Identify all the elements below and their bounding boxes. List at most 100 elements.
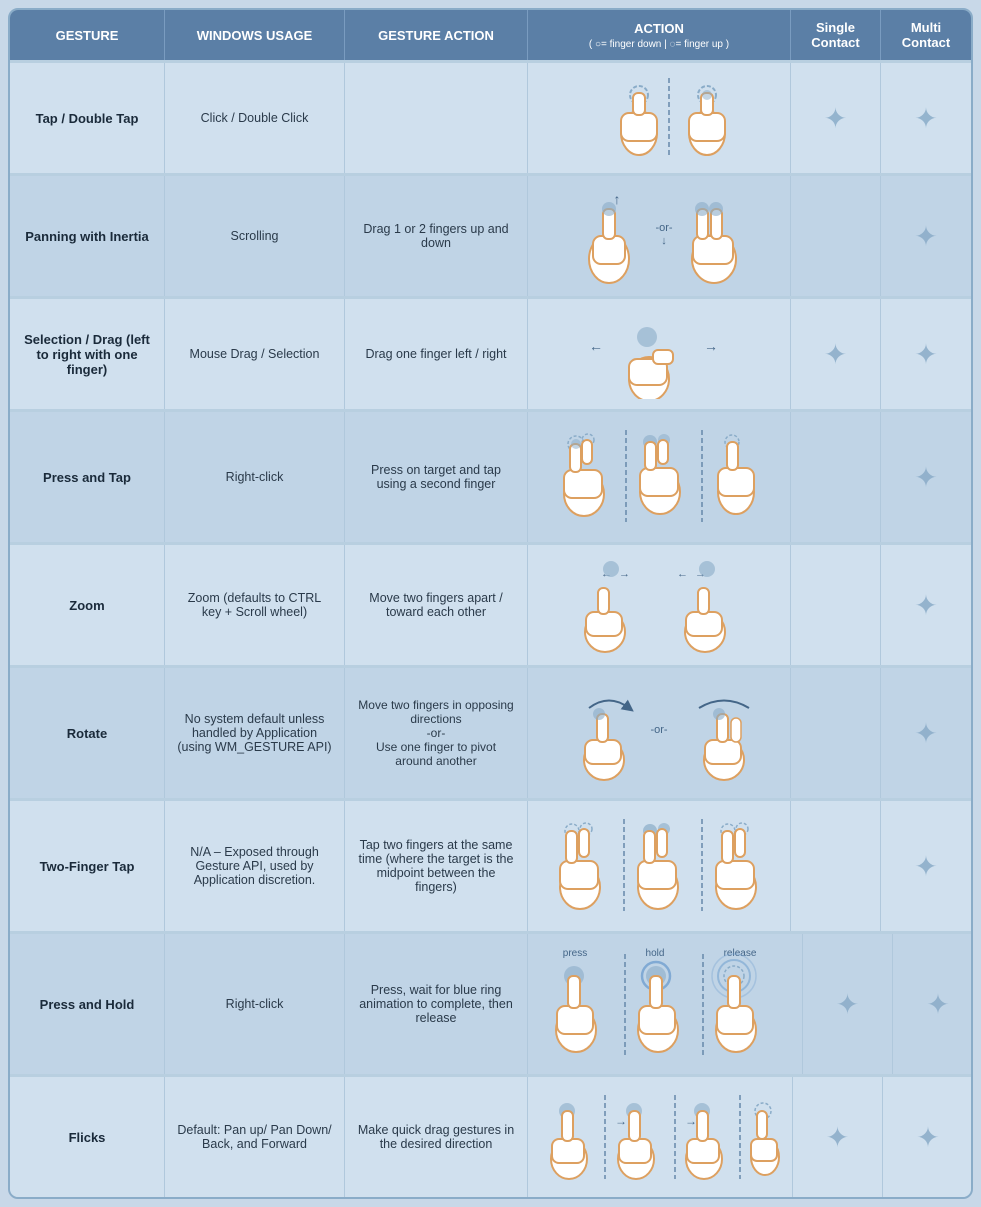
gesture-action-two-finger-tap: Tap two fingers at the same time (where … — [345, 801, 528, 931]
svg-text:release: release — [724, 948, 757, 959]
gesture-name-zoom: Zoom — [10, 545, 165, 665]
windows-usage-tap: Click / Double Click — [165, 63, 345, 173]
gesture-action-press-tap: Press on target and tap using a second f… — [345, 412, 528, 542]
svg-text:hold: hold — [646, 948, 665, 959]
windows-usage-flicks: Default: Pan up/ Pan Down/ Back, and For… — [165, 1077, 345, 1197]
single-contact-two-finger-tap — [791, 801, 881, 931]
star-icon-tap-multi: ✦ — [914, 102, 937, 135]
multi-contact-rotate: ✦ — [881, 668, 971, 798]
selection-svg: ← → — [559, 309, 759, 399]
multi-contact-two-finger-tap: ✦ — [881, 801, 971, 931]
single-contact-flicks: ✦ — [793, 1077, 883, 1197]
svg-text:-or-: -or- — [650, 724, 667, 736]
windows-usage-press-hold: Right-click — [165, 934, 345, 1074]
panning-svg: ↑ ↓ -or- ↓ — [549, 186, 769, 286]
gesture-name-two-finger-tap: Two-Finger Tap — [10, 801, 165, 931]
windows-usage-panning: Scrolling — [165, 176, 345, 296]
gesture-name-panning: Panning with Inertia — [10, 176, 165, 296]
windows-usage-zoom: Zoom (defaults to CTRL key + Scroll whee… — [165, 545, 345, 665]
single-contact-selection: ✦ — [791, 299, 881, 409]
header-single-contact: Single Contact — [791, 10, 881, 60]
star-icon-selection-single: ✦ — [824, 338, 847, 371]
action-img-two-finger-tap — [528, 801, 791, 931]
gesture-table: GESTURE WINDOWS USAGE GESTURE ACTION ACT… — [8, 8, 973, 1199]
row-panning: Panning with Inertia Scrolling Drag 1 or… — [10, 173, 971, 296]
star-icon-two-finger-tap-multi: ✦ — [914, 850, 937, 883]
header-gesture-action: GESTURE ACTION — [345, 10, 528, 60]
row-rotate: Rotate No system default unless handled … — [10, 665, 971, 798]
single-contact-tap: ✦ — [791, 63, 881, 173]
multi-contact-tap: ✦ — [881, 63, 971, 173]
action-img-panning: ↑ ↓ -or- ↓ — [528, 176, 791, 296]
multi-contact-zoom: ✦ — [881, 545, 971, 665]
windows-usage-rotate: No system default unless handled by Appl… — [165, 668, 345, 798]
gesture-action-panning: Drag 1 or 2 fingers up and down — [345, 176, 528, 296]
star-icon-selection-multi: ✦ — [914, 338, 937, 371]
gesture-name-press-tap: Press and Tap — [10, 412, 165, 542]
press-tap-svg — [544, 422, 774, 532]
action-img-press-tap — [528, 412, 791, 542]
gesture-name-tap: Tap / Double Tap — [10, 63, 165, 173]
star-icon-press-hold-multi: ✦ — [926, 988, 949, 1021]
row-press-tap: Press and Tap Right-click Press on targe… — [10, 409, 971, 542]
multi-contact-selection: ✦ — [881, 299, 971, 409]
gesture-action-flicks: Make quick drag gestures in the desired … — [345, 1077, 528, 1197]
gesture-name-rotate: Rotate — [10, 668, 165, 798]
multi-contact-flicks: ✦ — [883, 1077, 973, 1197]
single-contact-panning — [791, 176, 881, 296]
action-img-tap — [528, 63, 791, 173]
flicks-svg: → → — [540, 1087, 780, 1187]
single-contact-rotate — [791, 668, 881, 798]
star-icon-press-hold-single: ✦ — [836, 988, 859, 1021]
star-icon-flicks-single: ✦ — [826, 1121, 849, 1154]
action-img-selection: ← → — [528, 299, 791, 409]
gesture-action-press-hold: Press, wait for blue ring animation to c… — [345, 934, 528, 1074]
single-contact-zoom — [791, 545, 881, 665]
svg-text:→: → — [704, 338, 718, 354]
svg-text:→: → — [619, 568, 630, 580]
gesture-name-selection: Selection / Drag (left to right with one… — [10, 299, 165, 409]
single-contact-press-tap — [791, 412, 881, 542]
star-icon-rotate-multi: ✦ — [914, 717, 937, 750]
svg-text:←: ← — [677, 568, 688, 580]
action-img-zoom: ← → ← → — [528, 545, 791, 665]
windows-usage-two-finger-tap: N/A – Exposed through Gesture API, used … — [165, 801, 345, 931]
multi-contact-press-tap: ✦ — [881, 412, 971, 542]
header-windows-usage: WINDOWS USAGE — [165, 10, 345, 60]
gesture-action-rotate: Move two fingers in opposing directions … — [345, 668, 528, 798]
gesture-action-selection: Drag one finger left / right — [345, 299, 528, 409]
two-finger-tap-svg — [544, 811, 774, 921]
svg-text:↓: ↓ — [661, 235, 667, 247]
svg-text:→: → — [615, 1114, 627, 1128]
gesture-name-press-hold: Press and Hold — [10, 934, 165, 1074]
tap-svg — [569, 73, 749, 163]
windows-usage-press-tap: Right-click — [165, 412, 345, 542]
svg-text:←: ← — [589, 338, 603, 354]
single-contact-press-hold: ✦ — [803, 934, 893, 1074]
multi-contact-press-hold: ✦ — [893, 934, 973, 1074]
gesture-action-tap — [345, 63, 528, 173]
row-selection-drag: Selection / Drag (left to right with one… — [10, 296, 971, 409]
star-icon-tap-single: ✦ — [824, 102, 847, 135]
header-multi-contact: Multi Contact — [881, 10, 971, 60]
rotate-svg: -or- — [549, 678, 769, 788]
svg-text:press: press — [563, 948, 587, 959]
row-zoom: Zoom Zoom (defaults to CTRL key + Scroll… — [10, 542, 971, 665]
zoom-svg: ← → ← → — [559, 555, 759, 655]
header-action: ACTION ( ○= finger down | ◌= finger up ) — [528, 10, 791, 60]
gesture-action-zoom: Move two fingers apart / toward each oth… — [345, 545, 528, 665]
svg-text:↑: ↑ — [614, 191, 621, 207]
svg-text:-or-: -or- — [655, 222, 672, 234]
star-icon-press-tap-multi: ✦ — [914, 461, 937, 494]
svg-text:→: → — [685, 1114, 697, 1128]
press-hold-svg: press hold release — [540, 944, 790, 1064]
action-img-flicks: → → — [528, 1077, 793, 1197]
multi-contact-panning: ✦ — [881, 176, 971, 296]
row-press-hold: Press and Hold Right-click Press, wait f… — [10, 931, 971, 1074]
action-img-press-hold: press hold release — [528, 934, 803, 1074]
header-gesture: GESTURE — [10, 10, 165, 60]
table-header: GESTURE WINDOWS USAGE GESTURE ACTION ACT… — [10, 10, 971, 60]
star-icon-zoom-multi: ✦ — [914, 589, 937, 622]
row-flicks: Flicks Default: Pan up/ Pan Down/ Back, … — [10, 1074, 971, 1197]
row-tap-double-tap: Tap / Double Tap Click / Double Click — [10, 60, 971, 173]
